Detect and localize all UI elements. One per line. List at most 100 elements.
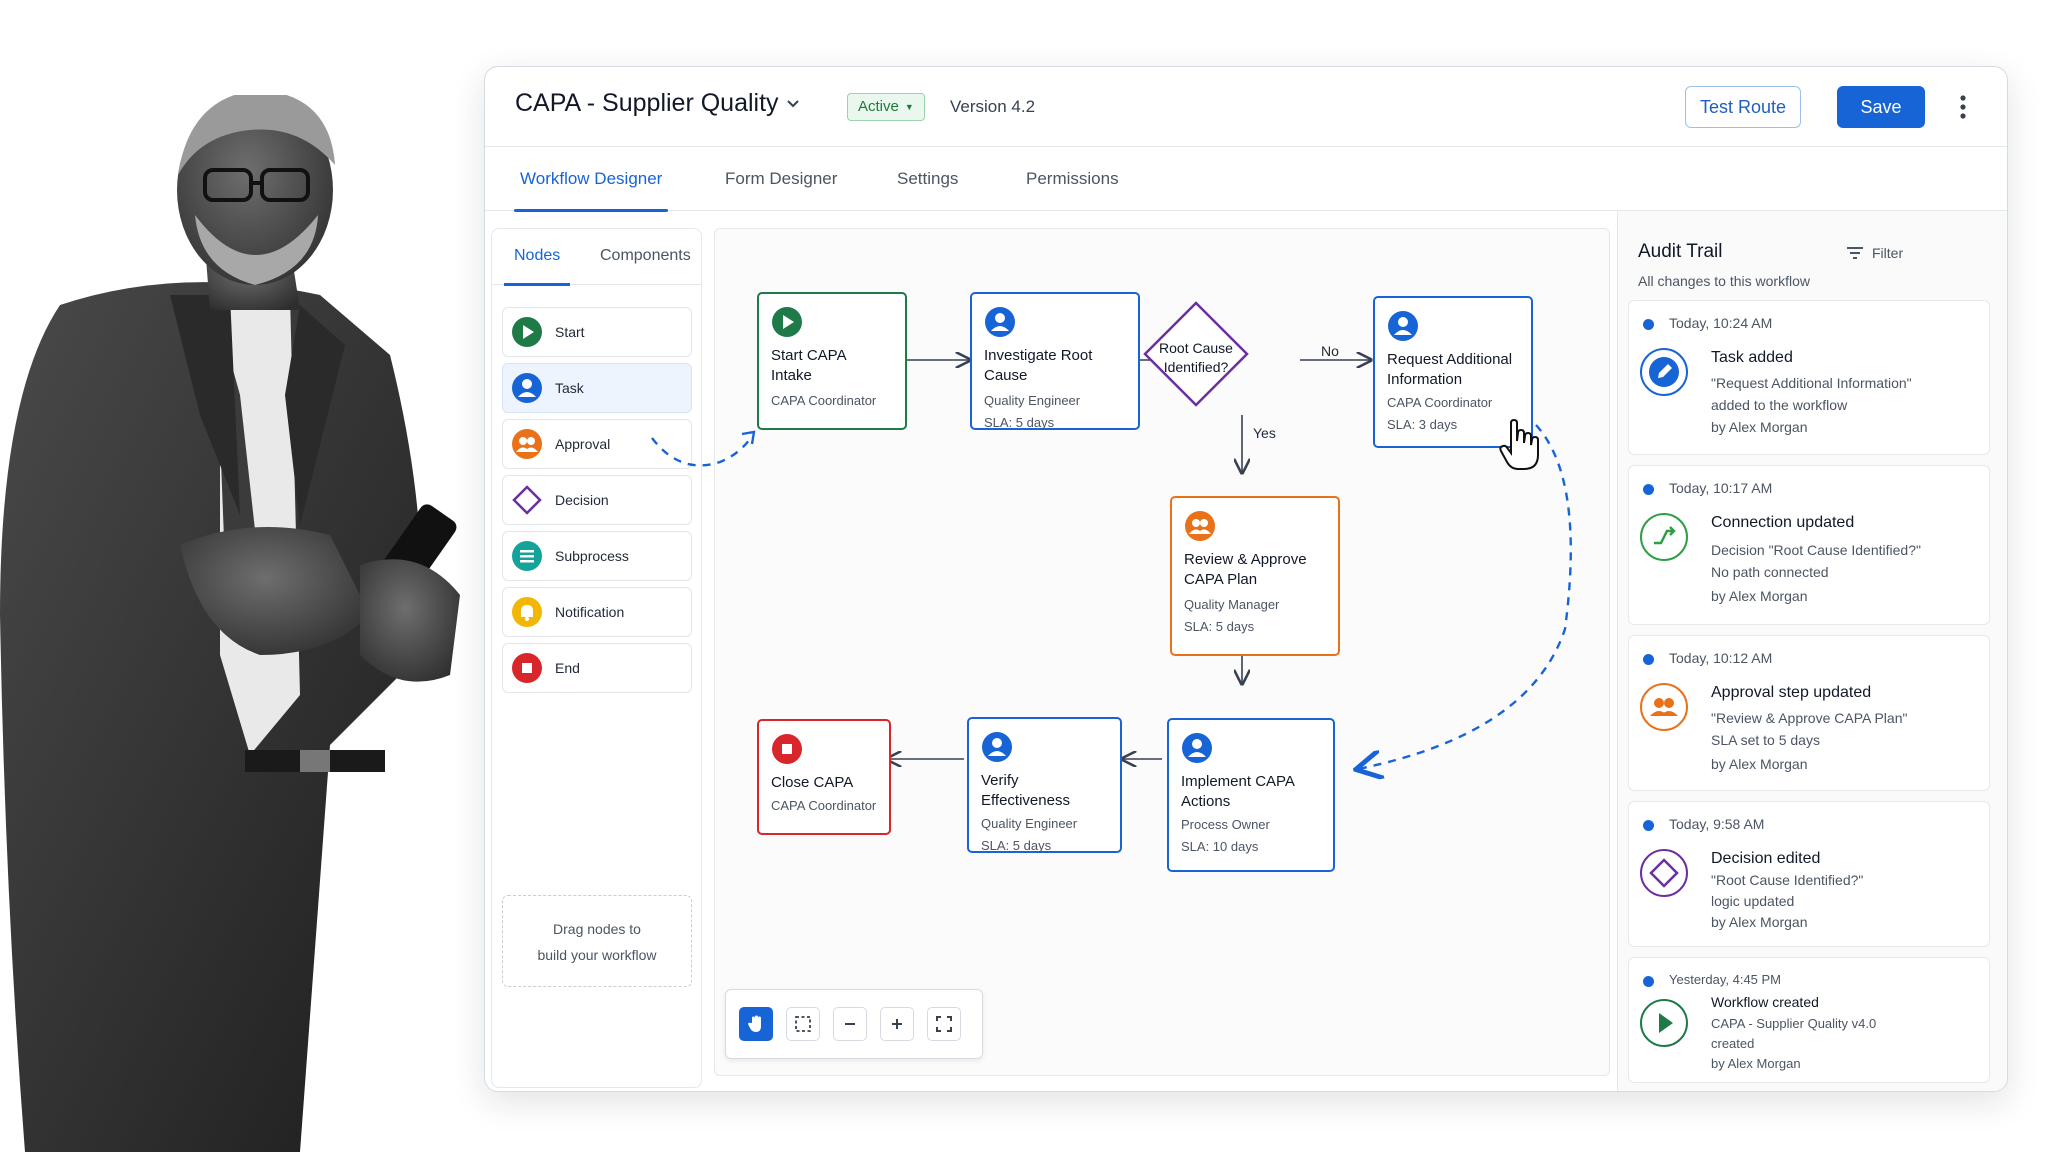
entry-title: Task added xyxy=(1711,349,1793,366)
decision-label-line: Identified? xyxy=(1163,359,1229,375)
node-investigate-root-cause[interactable]: Investigate Root Cause Quality Engineer … xyxy=(970,292,1140,430)
palette-tabs: Nodes Components xyxy=(492,229,701,286)
tab-form-designer[interactable]: Form Designer xyxy=(725,147,837,211)
chevron-down-icon[interactable] xyxy=(785,95,801,111)
node-title: Investigate Root Cause xyxy=(984,347,1093,384)
entry-detail: added to the workflow xyxy=(1711,397,1848,413)
pan-tool-button[interactable] xyxy=(739,1007,773,1041)
workflow-title[interactable]: CAPA - Supplier Quality xyxy=(515,89,779,118)
hand-pointer-cursor-icon xyxy=(1499,419,1539,470)
workflow-canvas[interactable]: Start CAPA Intake CAPA Coordinator Inves… xyxy=(714,228,1610,1076)
palette-item-label: Decision xyxy=(555,492,609,508)
node-role: Quality Engineer xyxy=(981,816,1078,831)
plus-icon xyxy=(892,1019,902,1029)
tab-settings[interactable]: Settings xyxy=(897,147,958,211)
main-tabs: Workflow Designer Form Designer Settings… xyxy=(485,147,2007,212)
users-icon xyxy=(1640,683,1688,731)
hand-icon xyxy=(748,1015,761,1032)
audit-entry[interactable]: Today, 10:24 AM Task added "Request Addi… xyxy=(1628,300,1990,455)
node-role: Process Owner xyxy=(1181,817,1270,832)
users-icon xyxy=(512,429,542,459)
pencil-icon xyxy=(1640,348,1688,396)
version-label: Version 4.2 xyxy=(950,97,1036,116)
tab-workflow-designer[interactable]: Workflow Designer xyxy=(513,147,669,212)
entry-detail: Decision "Root Cause Identified?" xyxy=(1711,542,1921,558)
user-icon xyxy=(512,373,542,403)
drag-path-connector xyxy=(651,430,756,467)
palette-item-label: Notification xyxy=(555,604,625,620)
palette-item-task[interactable]: Task xyxy=(502,363,692,413)
palette-item-end[interactable]: End xyxy=(502,643,692,693)
entry-detail: created xyxy=(1711,1036,1755,1051)
node-title: Implement CAPA xyxy=(1181,773,1295,790)
user-icon xyxy=(1182,733,1212,763)
audit-entry[interactable]: Today, 10:12 AM Approval step updated "R… xyxy=(1628,635,1990,791)
node-sla: SLA: 5 days xyxy=(981,838,1052,853)
entry-detail: CAPA - Supplier Quality v4.0 xyxy=(1711,1016,1877,1031)
palette-item-notification[interactable]: Notification xyxy=(502,587,692,637)
filter-button[interactable]: Filter xyxy=(1846,245,1903,261)
node-implement-capa-actions[interactable]: Implement CAPA Actions Process Owner SLA… xyxy=(1167,718,1335,872)
entry-detail: logic updated xyxy=(1711,893,1795,909)
select-tool-button[interactable] xyxy=(786,1007,820,1041)
palette-item-label: End xyxy=(555,660,580,676)
node-role: CAPA Coordinator xyxy=(1387,395,1493,410)
palette-item-decision[interactable]: Decision xyxy=(502,475,692,525)
expand-icon xyxy=(936,1016,952,1032)
audit-entry[interactable]: Today, 9:58 AM Decision edited "Root Cau… xyxy=(1628,801,1990,947)
audit-trail-subtitle: All changes to this workflow xyxy=(1638,273,1810,289)
entry-author: by Alex Morgan xyxy=(1711,419,1808,435)
palette-item-label: Approval xyxy=(555,436,611,452)
node-sla: SLA: 10 days xyxy=(1181,839,1259,854)
node-title: Actions xyxy=(1181,793,1231,810)
fit-to-screen-button[interactable] xyxy=(927,1007,961,1041)
users-icon xyxy=(1185,511,1215,541)
play-icon xyxy=(1640,999,1688,1047)
audit-entry[interactable]: Today, 10:17 AM Connection updated Decis… xyxy=(1628,465,1990,625)
node-title: Review & Approve xyxy=(1184,551,1307,568)
entry-title: Decision edited xyxy=(1711,850,1821,867)
stop-icon xyxy=(512,653,542,683)
more-options-icon[interactable] xyxy=(1953,93,1973,121)
entry-time: Today, 10:24 AM xyxy=(1669,315,1773,331)
edge-label-no: No xyxy=(1321,343,1339,359)
entry-title: Connection updated xyxy=(1711,514,1855,531)
drop-zone-hint[interactable]: Drag nodes to build your workflow xyxy=(502,895,692,987)
connection-icon xyxy=(1640,513,1688,561)
timeline-dot xyxy=(1643,484,1654,495)
zoom-out-button[interactable] xyxy=(833,1007,867,1041)
entry-time: Today, 10:17 AM xyxy=(1669,480,1773,496)
node-decision-root-cause[interactable]: Root Cause Identified? xyxy=(1143,301,1249,407)
dashed-connector[interactable] xyxy=(1358,424,1572,769)
entry-title: Workflow created xyxy=(1711,994,1819,1010)
node-review-approve-capa-plan[interactable]: Review & Approve CAPA Plan Quality Manag… xyxy=(1170,496,1340,656)
tab-nodes[interactable]: Nodes xyxy=(503,247,571,286)
timeline-dot xyxy=(1643,976,1654,987)
node-title: CAPA Plan xyxy=(1184,571,1258,588)
status-badge[interactable]: Active ▼ xyxy=(847,93,925,121)
entry-time: Today, 9:58 AM xyxy=(1669,816,1765,832)
entry-author: by Alex Morgan xyxy=(1711,588,1808,604)
node-role: Quality Engineer xyxy=(984,393,1081,408)
palette-item-start[interactable]: Start xyxy=(502,307,692,357)
save-button[interactable]: Save xyxy=(1837,86,1925,128)
palette-item-subprocess[interactable]: Subprocess xyxy=(502,531,692,581)
node-verify-effectiveness[interactable]: Verify Effectiveness Quality Engineer SL… xyxy=(967,717,1122,853)
zoom-in-button[interactable] xyxy=(880,1007,914,1041)
palette-item-label: Subprocess xyxy=(555,548,629,564)
node-close-capa[interactable]: Close CAPA CAPA Coordinator xyxy=(757,719,891,835)
tab-components[interactable]: Components xyxy=(600,247,691,265)
test-route-button[interactable]: Test Route xyxy=(1685,86,1801,128)
app-window: CAPA - Supplier Quality Active ▼ Version… xyxy=(484,66,2008,1092)
node-title: Information xyxy=(1387,371,1463,388)
tab-permissions[interactable]: Permissions xyxy=(1026,147,1119,211)
node-start-capa-intake[interactable]: Start CAPA Intake CAPA Coordinator xyxy=(757,292,907,430)
play-icon xyxy=(772,307,802,337)
audit-entry[interactable]: Yesterday, 4:45 PM Workflow created CAPA… xyxy=(1628,957,1990,1083)
timeline-dot xyxy=(1643,319,1654,330)
stop-icon xyxy=(772,734,802,764)
marquee-select-icon xyxy=(795,1016,811,1032)
node-sla: SLA: 5 days xyxy=(1184,619,1255,634)
caret-down-icon: ▼ xyxy=(904,102,914,112)
entry-author: by Alex Morgan xyxy=(1711,1056,1801,1071)
